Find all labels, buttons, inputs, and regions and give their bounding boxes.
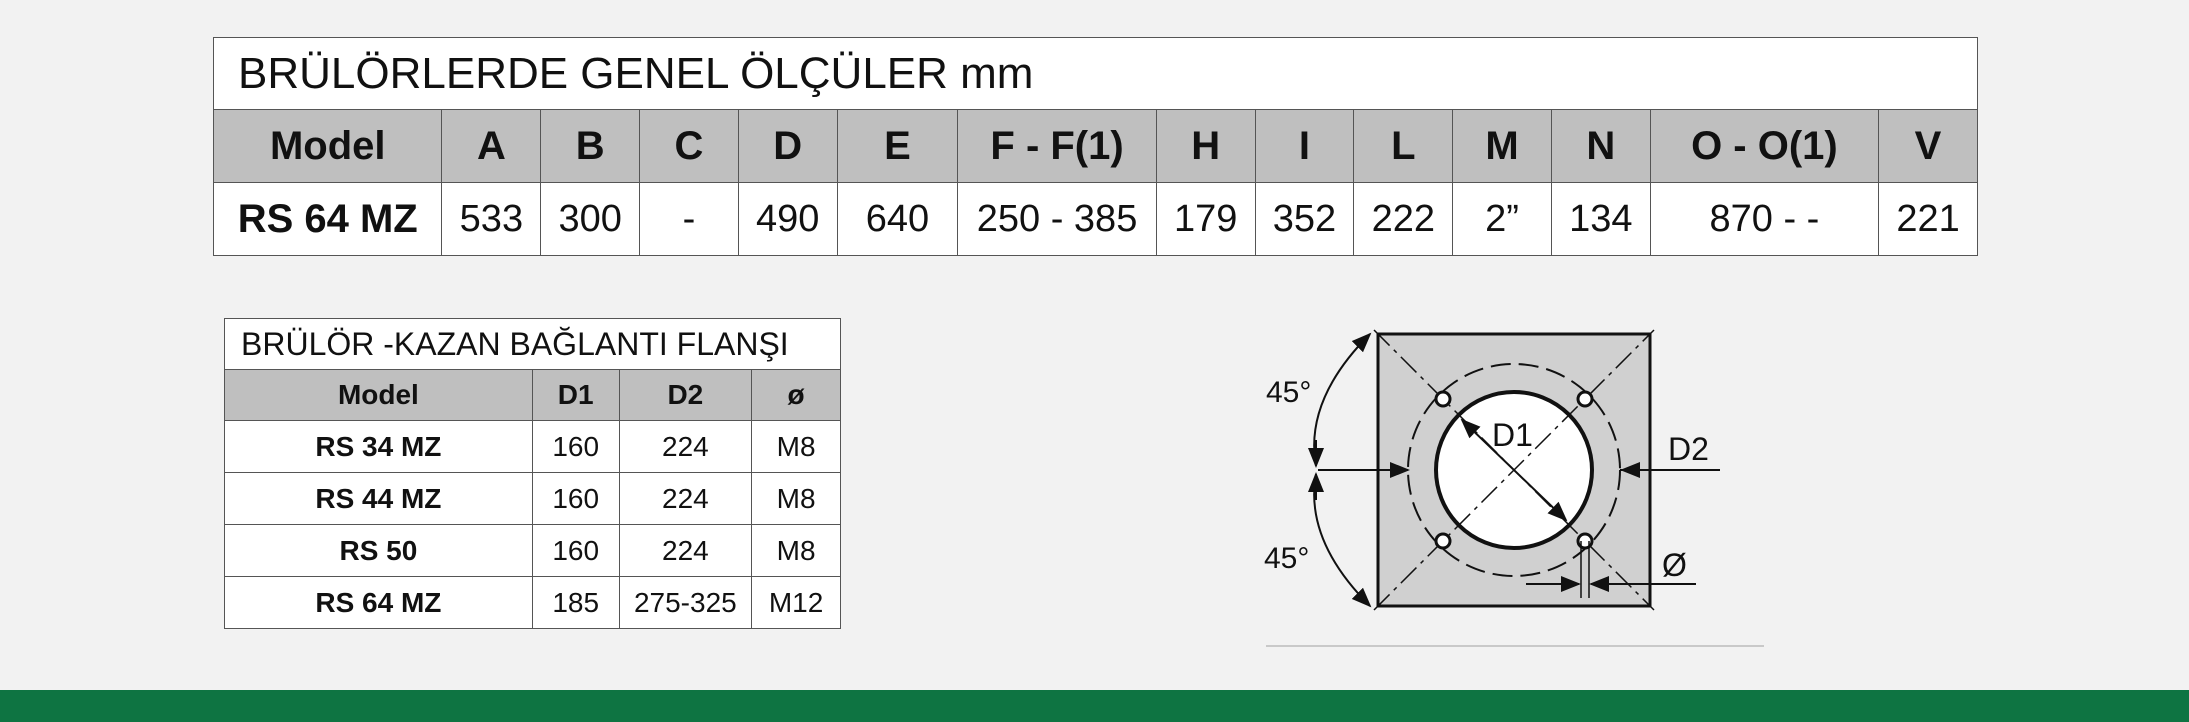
angle-top-label: 45° <box>1266 376 1311 409</box>
header-f: F - F(1) <box>957 109 1157 183</box>
flange-table: BRÜLÖR -KAZAN BAĞLANTI FLANŞI Model D1 D… <box>224 318 841 629</box>
header-c: C <box>639 109 739 183</box>
cell-f: 250 - 385 <box>957 182 1157 256</box>
header-o: O - O(1) <box>1649 109 1880 183</box>
angle-arc-bottom <box>1313 473 1372 608</box>
flange-header-d2: D2 <box>618 369 753 421</box>
flange-cell-phi: M8 <box>751 524 841 577</box>
cell-b: 300 <box>540 182 641 256</box>
header-b: B <box>540 109 641 183</box>
header-v: V <box>1878 109 1978 183</box>
flange-cell-d1: 160 <box>531 524 620 577</box>
flange-cell-phi: M8 <box>751 472 841 525</box>
cell-model: RS 64 MZ <box>212 182 443 256</box>
header-l: L <box>1353 109 1454 183</box>
flange-cell-model: RS 64 MZ <box>224 576 533 629</box>
table-row: RS 34 MZ 160 224 M8 <box>224 420 841 473</box>
header-h: H <box>1155 109 1256 183</box>
flange-cell-phi: M8 <box>751 420 841 473</box>
flange-cell-phi: M12 <box>751 576 841 629</box>
dimensions-table-title: BRÜLÖRLERDE GENEL ÖLÇÜLER mm <box>213 37 1978 110</box>
header-i: I <box>1254 109 1355 183</box>
header-n: N <box>1550 109 1651 183</box>
cell-h: 179 <box>1155 182 1256 256</box>
dimensions-header-row: Model A B C D E F - F(1) H I L M N O - O… <box>212 109 1978 183</box>
flange-header-row: Model D1 D2 ø <box>224 369 841 421</box>
header-a: A <box>441 109 542 183</box>
flange-cell-d2: 275-325 <box>618 576 753 629</box>
flange-cell-model: RS 50 <box>224 524 533 577</box>
cell-m: 2” <box>1452 182 1552 256</box>
angle-bottom-label: 45° <box>1264 542 1309 575</box>
cell-c: - <box>639 182 739 256</box>
cell-o: 870 - - <box>1649 182 1880 256</box>
angle-arc-top <box>1313 332 1372 467</box>
bolt-hole <box>1434 390 1452 408</box>
bolt-hole <box>1576 390 1594 408</box>
dimensions-table: BRÜLÖRLERDE GENEL ÖLÇÜLER mm Model A B C… <box>212 37 1978 256</box>
table-row: RS 64 MZ 185 275-325 M12 <box>224 576 841 629</box>
phi-label: Ø <box>1662 547 1687 583</box>
table-row: RS 50 160 224 M8 <box>224 524 841 577</box>
cell-e: 640 <box>836 182 959 256</box>
cell-d: 490 <box>737 182 838 256</box>
flange-cell-d1: 160 <box>531 420 620 473</box>
header-m: M <box>1452 109 1552 183</box>
cell-l: 222 <box>1353 182 1454 256</box>
flange-table-title: BRÜLÖR -KAZAN BAĞLANTI FLANŞI <box>224 318 841 370</box>
flange-cell-d1: 185 <box>531 576 620 629</box>
footer-bar <box>0 690 2189 722</box>
cell-n: 134 <box>1550 182 1651 256</box>
header-d: D <box>737 109 838 183</box>
table-row: RS 44 MZ 160 224 M8 <box>224 472 841 525</box>
flange-cell-model: RS 44 MZ <box>224 472 533 525</box>
flange-header-d1: D1 <box>531 369 620 421</box>
d2-label: D2 <box>1668 431 1709 467</box>
flange-header-model: Model <box>224 369 533 421</box>
flange-header-phi: ø <box>751 369 841 421</box>
bolt-hole <box>1434 532 1452 550</box>
flange-diagram: D1 D2 45° 45° Ø <box>1264 329 1764 647</box>
flange-cell-d2: 224 <box>618 524 753 577</box>
flange-cell-d2: 224 <box>618 420 753 473</box>
flange-cell-d1: 160 <box>531 472 620 525</box>
header-e: E <box>836 109 959 183</box>
cell-v: 221 <box>1878 182 1978 256</box>
table-row: RS 64 MZ 533 300 - 490 640 250 - 385 179… <box>212 182 1978 256</box>
flange-cell-model: RS 34 MZ <box>224 420 533 473</box>
cell-a: 533 <box>441 182 542 256</box>
flange-cell-d2: 224 <box>618 472 753 525</box>
d1-label: D1 <box>1492 417 1533 453</box>
cell-i: 352 <box>1254 182 1355 256</box>
bolt-hole <box>1576 532 1594 550</box>
header-model: Model <box>212 109 443 183</box>
